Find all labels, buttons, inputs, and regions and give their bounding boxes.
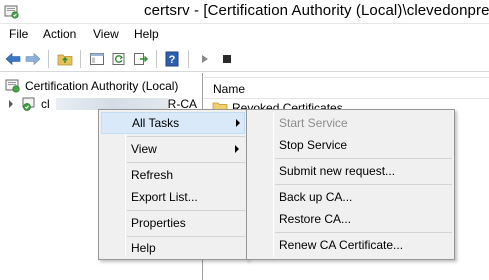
menu-separator <box>127 162 245 163</box>
menu-item-all-tasks-label: All Tasks <box>132 116 180 130</box>
folder-up-icon <box>57 54 73 66</box>
ca-node-label: cl <box>41 97 50 111</box>
expand-arrow-icon[interactable] <box>9 100 13 108</box>
menu-item-view[interactable]: View <box>101 138 245 160</box>
submenu-arrow-icon <box>236 119 240 127</box>
menu-item-renew-ca-certificate[interactable]: Renew CA Certificate... <box>249 234 452 256</box>
window-title: certsrv - [Certification Authority (Loca… <box>144 2 489 19</box>
title-bar: certsrv - [Certification Authority (Loca… <box>0 0 489 24</box>
menu-item-renew-ca-certificate-label: Renew CA Certificate... <box>279 238 404 252</box>
toolbar-separator <box>48 50 49 68</box>
menu-item-start-service[interactable]: Start Service <box>249 112 452 134</box>
stop-icon <box>223 55 231 63</box>
toolbar-separator <box>80 50 81 68</box>
refresh-button[interactable] <box>110 50 128 68</box>
submenu-arrow-icon <box>235 145 239 153</box>
back-button[interactable] <box>4 50 22 68</box>
context-menu: All Tasks View Refresh Export List... Pr… <box>98 109 248 260</box>
stop-service-button[interactable] <box>218 50 236 68</box>
console-tree-icon <box>90 53 104 65</box>
menu-item-export-list-label: Export List... <box>131 190 198 204</box>
tree-item-certification-authority-local[interactable]: Certification Authority (Local) <box>0 77 203 95</box>
help-book-icon: ? <box>165 51 179 67</box>
menu-item-all-tasks[interactable]: All Tasks <box>101 112 245 134</box>
menu-item-restore-ca-label: Restore CA... <box>279 212 352 226</box>
menu-item-export-list[interactable]: Export List... <box>101 186 245 208</box>
up-folder-button[interactable] <box>56 50 74 68</box>
menu-item-stop-service-label: Stop Service <box>279 138 348 152</box>
svg-text:?: ? <box>169 54 176 66</box>
play-icon <box>202 55 208 63</box>
forward-button[interactable] <box>24 50 42 68</box>
all-tasks-submenu: Start Service Stop Service Submit new re… <box>246 109 455 260</box>
menu-file[interactable]: File <box>7 26 30 42</box>
menu-bar: File Action View Help <box>0 24 489 44</box>
menu-help[interactable]: Help <box>132 26 161 42</box>
menu-item-submit-new-request-label: Submit new request... <box>279 164 396 178</box>
menu-item-view-label: View <box>131 142 157 156</box>
help-button[interactable]: ? <box>163 50 181 68</box>
menu-item-properties[interactable]: Properties <box>101 212 245 234</box>
column-header-label: Name <box>213 82 246 96</box>
menu-item-stop-service[interactable]: Stop Service <box>249 134 452 156</box>
menu-item-restore-ca[interactable]: Restore CA... <box>249 208 452 230</box>
menu-item-back-up-ca-label: Back up CA... <box>279 190 353 204</box>
toolbar-separator <box>188 50 189 68</box>
menu-item-refresh-label: Refresh <box>131 168 174 182</box>
menu-item-back-up-ca[interactable]: Back up CA... <box>249 186 452 208</box>
start-service-button[interactable] <box>196 50 214 68</box>
menu-view[interactable]: View <box>91 26 121 42</box>
tree-root-label: Certification Authority (Local) <box>25 79 179 93</box>
toolbar: ? <box>0 44 489 72</box>
show-hide-console-tree-button[interactable] <box>88 50 106 68</box>
menu-separator <box>127 210 245 211</box>
menu-separator <box>127 136 245 137</box>
forward-arrow-icon <box>25 52 41 66</box>
ca-running-icon <box>22 97 35 111</box>
menu-action[interactable]: Action <box>41 26 78 42</box>
menu-item-properties-label: Properties <box>131 216 186 230</box>
column-header-name[interactable]: Name <box>204 77 489 99</box>
certificate-authority-icon <box>5 79 20 93</box>
menu-separator <box>275 184 452 185</box>
menu-item-help-label: Help <box>131 241 156 255</box>
certsrv-app-icon <box>4 5 19 19</box>
menu-separator <box>275 158 452 159</box>
menu-item-help[interactable]: Help <box>101 237 245 259</box>
refresh-icon <box>112 53 125 65</box>
export-list-button[interactable] <box>132 50 150 68</box>
menu-item-start-service-label: Start Service <box>279 116 348 130</box>
export-list-icon <box>134 53 148 65</box>
menu-separator <box>275 232 452 233</box>
menu-item-submit-new-request[interactable]: Submit new request... <box>249 160 452 182</box>
toolbar-separator <box>156 50 157 68</box>
back-arrow-icon <box>5 52 21 66</box>
menu-item-refresh[interactable]: Refresh <box>101 164 245 186</box>
